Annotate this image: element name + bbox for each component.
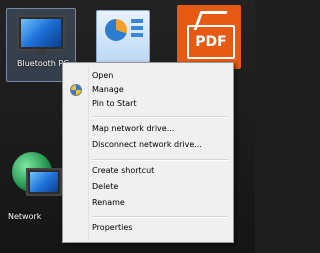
menu-item-label: Properties <box>92 223 133 232</box>
menu-item-properties[interactable]: Properties <box>65 221 231 235</box>
context-menu: Open Manage Pin to Start Map network dri… <box>62 62 234 243</box>
menu-item-manage[interactable]: Manage <box>65 83 231 97</box>
menu-item-label: Rename <box>92 198 125 207</box>
menu-item-create-shortcut[interactable]: Create shortcut <box>65 164 231 178</box>
menu-item-disconnect-network-drive[interactable]: Disconnect network drive... <box>65 138 231 152</box>
menu-separator <box>91 216 229 218</box>
menu-item-label: Disconnect network drive... <box>92 140 202 149</box>
desktop-icon-pdf[interactable]: PDF <box>177 5 241 69</box>
desktop: Bluetooth PC PDF Network Open Manage Pin… <box>0 0 255 253</box>
menu-item-map-network-drive[interactable]: Map network drive... <box>65 122 231 136</box>
manage-shield-icon <box>70 84 82 96</box>
menu-item-label: Manage <box>92 85 124 94</box>
menu-item-pin-to-start[interactable]: Pin to Start <box>65 97 231 111</box>
desktop-icon-network[interactable]: Network <box>8 152 68 222</box>
menu-item-rename[interactable]: Rename <box>65 196 231 210</box>
desktop-icon-control-panel[interactable] <box>96 10 150 64</box>
menu-item-label: Map network drive... <box>92 124 175 133</box>
menu-item-label: Open <box>92 71 114 80</box>
menu-separator <box>91 159 229 161</box>
menu-separator <box>91 116 229 118</box>
network-monitor-icon <box>26 168 62 196</box>
pdf-icon: PDF <box>187 25 235 59</box>
computer-monitor-icon <box>17 15 65 55</box>
bars-icon <box>131 19 143 45</box>
menu-item-open[interactable]: Open <box>65 69 231 83</box>
menu-item-label: Pin to Start <box>92 99 137 108</box>
menu-item-label: Create shortcut <box>92 166 155 175</box>
menu-item-delete[interactable]: Delete <box>65 180 231 194</box>
menu-item-label: Delete <box>92 182 119 191</box>
desktop-icon-label: Network <box>8 212 42 221</box>
chart-pie-icon <box>105 19 127 41</box>
